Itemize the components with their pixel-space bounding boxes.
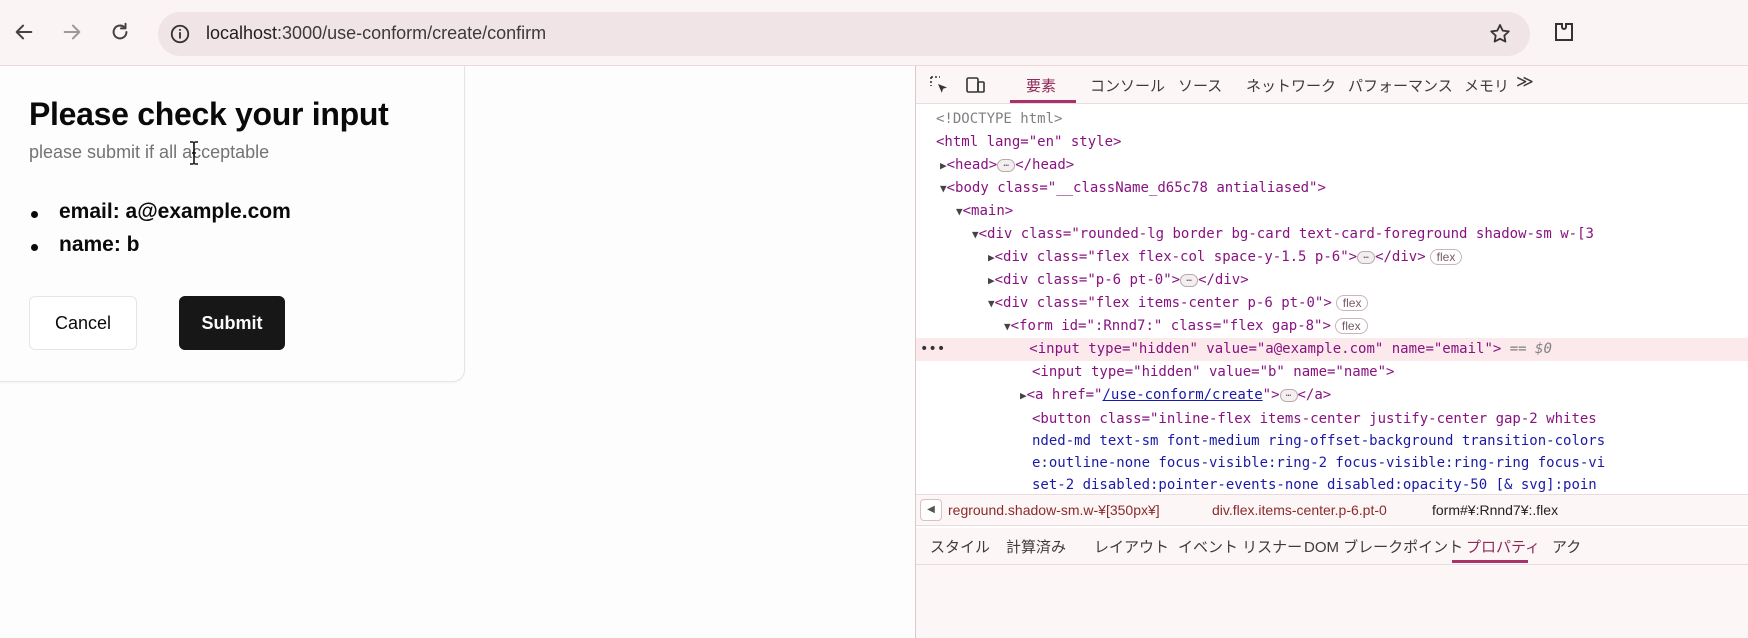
styles-tab-bar: スタイル 計算済み レイアウト イベント リスナー DOM ブレークポイント プ… (916, 528, 1748, 564)
dom-node[interactable]: ▼<form id=":Rnnd7:" class="flex gap-8"> f… (1004, 315, 1368, 338)
back-button[interactable] (6, 14, 42, 50)
collapse-triangle-icon[interactable]: ▼ (940, 182, 947, 195)
field-email: email: a@example.com (59, 200, 291, 223)
breadcrumb: ◀ reground.shadow-sm.w-¥[350px¥] div.fle… (916, 494, 1748, 526)
flex-badge[interactable]: flex (1429, 249, 1463, 265)
cancel-button[interactable]: Cancel (29, 296, 137, 350)
tab-dom-breakpoints[interactable]: DOM ブレークポイント (1304, 536, 1463, 557)
dom-node[interactable]: ▼<div class="rounded-lg border bg-card t… (972, 223, 1594, 246)
active-subtab-indicator (1452, 560, 1528, 563)
tab-network[interactable]: ネットワーク (1246, 75, 1336, 96)
flex-badge[interactable]: flex (1335, 295, 1369, 311)
field-list: email: a@example.com name: b (29, 200, 291, 266)
dom-node[interactable]: <html lang="en" style> (936, 131, 1121, 154)
bullet (31, 244, 38, 251)
expand-triangle-icon[interactable]: ▶ (1020, 389, 1027, 402)
address-bar[interactable]: localhost:3000/use-conform/create/confir… (158, 12, 1530, 56)
back-arrow-icon (15, 24, 33, 40)
page-viewport: Please check your input please submit if… (0, 66, 915, 638)
tab-layout[interactable]: レイアウト (1094, 536, 1169, 557)
dom-node-selected[interactable]: ••• <input type="hidden" value="a@example… (916, 338, 1748, 361)
dom-node[interactable]: ▼<body class="__className_d65c78 antiali… (940, 177, 1326, 200)
more-tabs-button[interactable]: ≫ (1516, 72, 1534, 92)
tab-styles[interactable]: スタイル (930, 536, 990, 557)
site-info-icon[interactable] (166, 20, 194, 48)
list-item: name: b (29, 233, 291, 266)
tab-performance[interactable]: パフォーマンス (1348, 75, 1453, 96)
submit-button[interactable]: Submit (179, 296, 285, 350)
properties-pane (916, 564, 1748, 638)
dom-node[interactable]: ▶<div class="flex flex-col space-y-1.5 p… (988, 246, 1463, 269)
dom-node[interactable]: <!DOCTYPE html> (936, 108, 1062, 131)
tab-sources[interactable]: ソース (1178, 75, 1222, 96)
reload-icon (112, 22, 128, 40)
dom-node[interactable]: ▶<head>… </head> (940, 154, 1074, 177)
expand-triangle-icon[interactable]: ▶ (940, 159, 947, 172)
list-item: email: a@example.com (29, 200, 291, 233)
tab-accessibility[interactable]: アク (1552, 536, 1581, 557)
dom-node[interactable]: ▶<a href="/use-conform/create">… </a> (1020, 384, 1331, 407)
field-name: name: b (59, 233, 140, 256)
dom-node[interactable]: <input type="hidden" value="b" name="nam… (1032, 361, 1394, 384)
collapse-triangle-icon[interactable]: ▼ (988, 297, 995, 310)
dom-node[interactable]: e:outline-none focus-visible:ring-2 focu… (1032, 452, 1605, 475)
tab-console[interactable]: コンソール (1090, 75, 1165, 96)
confirm-card: Please check your input please submit if… (0, 66, 465, 382)
forward-button[interactable] (54, 14, 90, 50)
collapse-triangle-icon[interactable]: ▼ (1004, 320, 1011, 333)
card-title: Please check your input (29, 96, 389, 132)
dom-tree: <!DOCTYPE html> <html lang="en" style> ▶… (916, 104, 1748, 492)
tab-memory[interactable]: メモリ (1464, 75, 1509, 96)
devtools-tab-bar: 要素 コンソール ソース ネットワーク パフォーマンス メモリ ≫ (916, 66, 1748, 104)
bookmark-star-icon[interactable] (1488, 22, 1512, 46)
tab-properties[interactable]: プロパティ (1466, 536, 1540, 557)
row-menu-icon[interactable]: ••• (916, 341, 945, 357)
collapse-triangle-icon[interactable]: ▼ (972, 228, 979, 241)
browser-toolbar: localhost:3000/use-conform/create/confir… (0, 0, 1748, 66)
tab-event-listeners[interactable]: イベント リスナー (1178, 536, 1302, 557)
tab-elements[interactable]: 要素 (1026, 75, 1056, 96)
forward-arrow-icon (63, 24, 81, 40)
breadcrumb-item-current[interactable]: form#¥:Rnnd7¥:.flex (1432, 502, 1558, 518)
text-cursor-icon (190, 141, 198, 165)
dom-node[interactable]: set-2 disabled:pointer-events-none disab… (1032, 474, 1597, 492)
device-toolbar-icon[interactable] (964, 74, 986, 96)
devtools-panel: 要素 コンソール ソース ネットワーク パフォーマンス メモリ ≫ <!DOCT… (915, 66, 1748, 638)
dom-node[interactable]: ▶<div class="p-6 pt-0">… </div> (988, 269, 1249, 292)
dom-node[interactable]: ▼<main> (956, 200, 1013, 223)
reload-button[interactable] (102, 14, 138, 50)
active-tab-indicator (1010, 100, 1076, 103)
breadcrumb-item[interactable]: div.flex.items-center.p-6.pt-0 (1212, 502, 1387, 518)
flex-badge[interactable]: flex (1334, 318, 1368, 334)
expand-triangle-icon[interactable]: ▶ (988, 274, 995, 287)
dom-node[interactable]: <button class="inline-flex items-center … (1032, 408, 1597, 431)
extensions-icon[interactable] (1552, 20, 1574, 46)
inspect-element-icon[interactable] (928, 74, 950, 96)
dom-node[interactable]: ▼<div class="flex items-center p-6 pt-0"… (988, 292, 1369, 315)
dom-node[interactable]: nded-md text-sm font-medium ring-offset-… (1032, 430, 1605, 453)
expand-triangle-icon[interactable]: ▶ (988, 251, 995, 264)
breadcrumb-scroll-left-icon[interactable]: ◀ (920, 499, 942, 521)
card-description: please submit if all acceptable (29, 142, 270, 162)
breadcrumb-item[interactable]: reground.shadow-sm.w-¥[350px¥] (948, 502, 1160, 518)
collapse-triangle-icon[interactable]: ▼ (956, 205, 963, 218)
tab-computed[interactable]: 計算済み (1006, 536, 1066, 557)
bullet (31, 211, 38, 218)
url-text[interactable]: localhost:3000/use-conform/create/confir… (206, 23, 546, 44)
